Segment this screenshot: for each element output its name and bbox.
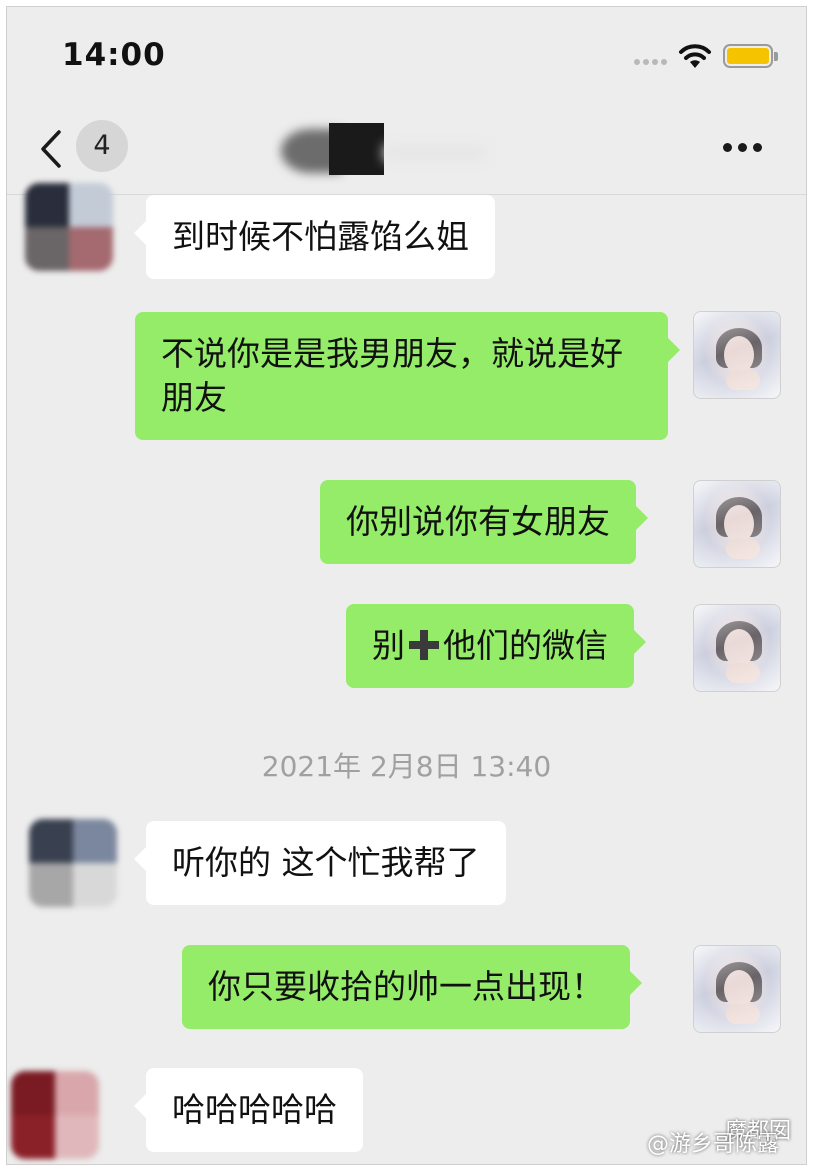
status-bar: 14:00 bbox=[7, 7, 806, 103]
message-bubble-outgoing[interactable]: 不说你是是我男朋友，就说是好朋友 bbox=[135, 312, 680, 440]
chat-header: 4 bbox=[7, 103, 806, 195]
chat-timestamp: 2021年 2月8日 13:40 bbox=[261, 750, 552, 783]
message-text: 他们的微信 bbox=[443, 626, 608, 665]
contact-avatar[interactable] bbox=[25, 183, 113, 271]
message-bubble-outgoing[interactable]: 你别说你有女朋友 bbox=[320, 480, 648, 564]
cellular-signal-icon bbox=[634, 59, 667, 65]
my-avatar[interactable] bbox=[693, 945, 781, 1033]
contact-avatar[interactable] bbox=[29, 819, 117, 907]
message-bubble-incoming[interactable]: 听你的 这个忙我帮了 bbox=[134, 821, 506, 905]
more-horizontal-icon[interactable] bbox=[723, 143, 762, 152]
wifi-icon bbox=[679, 44, 711, 68]
contact-avatar[interactable] bbox=[11, 1071, 99, 1159]
chevron-left-icon[interactable] bbox=[37, 129, 67, 169]
message-bubble-outgoing[interactable]: 别他们的微信 bbox=[346, 604, 646, 688]
contact-name-redacted bbox=[279, 123, 499, 179]
unread-count-badge[interactable]: 4 bbox=[76, 120, 128, 172]
watermark-handle: @游乡哥陈露 bbox=[647, 1132, 780, 1157]
phone-screen: 14:00 4 到时候不怕露馅么姐 不说你是是我男朋友，就说是好朋友 你别说你有… bbox=[6, 6, 807, 1165]
status-time: 14:00 bbox=[62, 37, 166, 73]
my-avatar[interactable] bbox=[693, 311, 781, 399]
message-text: 别 bbox=[372, 626, 405, 665]
message-bubble-incoming[interactable]: 哈哈哈哈哈 bbox=[134, 1068, 363, 1152]
message-bubble-outgoing[interactable]: 你只要收拾的帅一点出现！ bbox=[182, 945, 642, 1029]
battery-icon bbox=[723, 44, 778, 68]
my-avatar[interactable] bbox=[693, 480, 781, 568]
my-avatar[interactable] bbox=[693, 604, 781, 692]
message-bubble-incoming[interactable]: 到时候不怕露馅么姐 bbox=[134, 195, 495, 279]
plus-icon bbox=[409, 630, 439, 660]
